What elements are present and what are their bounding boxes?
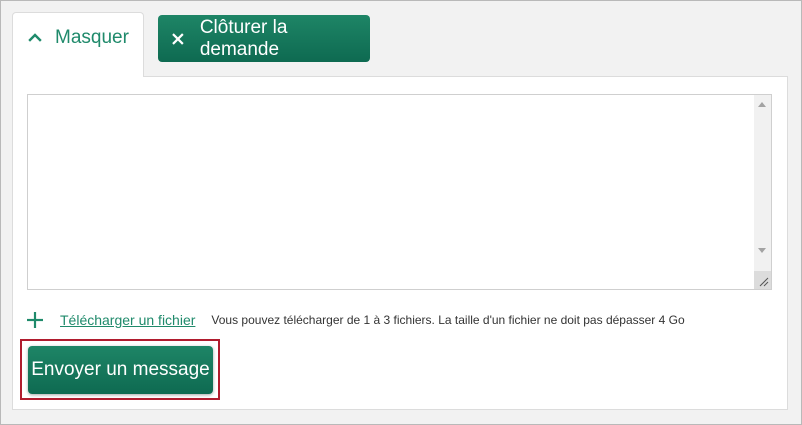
message-textarea[interactable] <box>28 95 755 289</box>
scroll-down-icon[interactable] <box>758 248 766 253</box>
resize-handle[interactable] <box>754 271 771 289</box>
send-message-button[interactable]: Envoyer un message <box>28 346 213 394</box>
hide-tab[interactable]: Masquer <box>12 12 144 77</box>
send-message-label: Envoyer un message <box>31 359 210 380</box>
textarea-scrollbar[interactable] <box>754 95 771 271</box>
upload-hint: Vous pouvez télécharger de 1 à 3 fichier… <box>211 313 685 327</box>
chevron-up-icon <box>28 33 42 42</box>
scroll-up-icon[interactable] <box>758 102 766 107</box>
resize-grip-icon <box>759 277 769 287</box>
upload-file-link[interactable]: Télécharger un fichier <box>60 312 195 328</box>
close-request-label: Clôturer la demande <box>199 16 288 60</box>
close-request-button[interactable]: Clôturer la demande <box>158 15 370 62</box>
plus-icon[interactable] <box>26 311 44 329</box>
close-icon <box>172 32 184 45</box>
hide-tab-label: Masquer <box>55 27 129 48</box>
upload-row: Télécharger un fichier Vous pouvez téléc… <box>26 308 685 332</box>
message-textarea-container <box>27 94 772 290</box>
